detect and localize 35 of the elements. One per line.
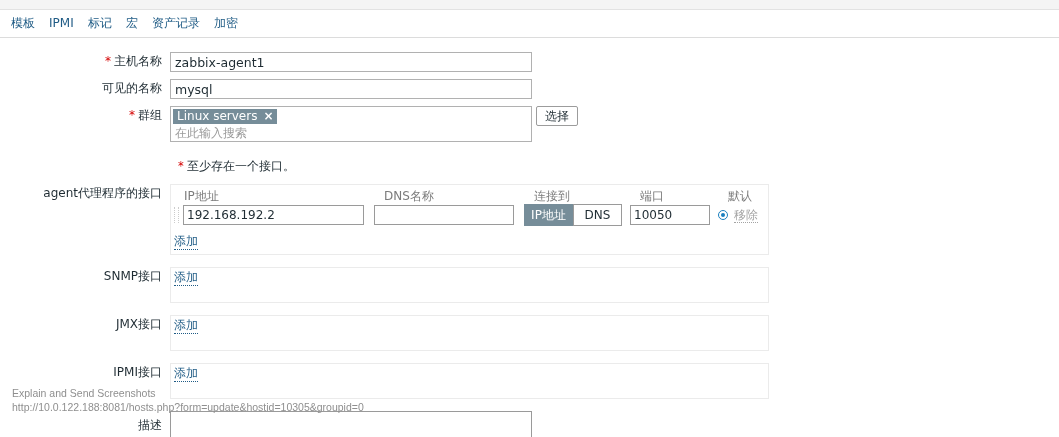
tab[interactable]: 宏 [118,9,145,38]
select-button[interactable]: 选择 [536,106,578,126]
host-name-field[interactable]: zabbix-agent1 [170,52,532,72]
tab[interactable]: 标记 [80,9,119,38]
field-label: JMX接口 [114,316,163,333]
column-header: DNS名称 [383,189,435,204]
description-field[interactable] [170,411,532,437]
connect-toggle[interactable]: DNS [573,204,622,226]
tab[interactable]: 模板 [4,9,42,38]
add-link[interactable]: 添加 [174,318,198,334]
required-note: * 至少存在一个接口。 [178,159,296,174]
dns-field[interactable] [374,205,514,225]
field-label: * 主机名称 [104,53,163,70]
add-link[interactable]: 添加 [174,234,198,250]
column-header: 默认 [727,189,753,204]
tab[interactable]: 加密 [206,9,245,38]
field-label: 描述 [137,417,163,434]
column-header: IP地址 [183,189,220,204]
overlay-title: Explain and Send Screenshots [12,386,156,400]
visible-name-field[interactable]: mysql [170,79,532,99]
column-header: 连接到 [533,189,571,204]
tab[interactable]: 资产记录 [144,9,207,38]
field-label: IPMI接口 [112,364,163,381]
port-field[interactable]: 10050 [630,205,710,225]
status-url: http://10.0.122.188:8081/hosts.php?form=update&hostid=10305&groupid=0 [12,400,364,414]
tab[interactable]: IPMI [42,9,81,38]
column-header: 端口 [639,189,665,204]
field-label: * 群组 [128,107,163,124]
field-label: agent代理程序的接口 [42,185,163,202]
drag-handle-icon[interactable] [174,207,179,223]
field-label: 可见的名称 [101,80,163,97]
add-link[interactable]: 添加 [174,270,198,286]
ip-field[interactable]: 192.168.192.2 [183,205,364,225]
field-label: SNMP接口 [102,268,163,285]
add-link[interactable]: 添加 [174,366,198,382]
